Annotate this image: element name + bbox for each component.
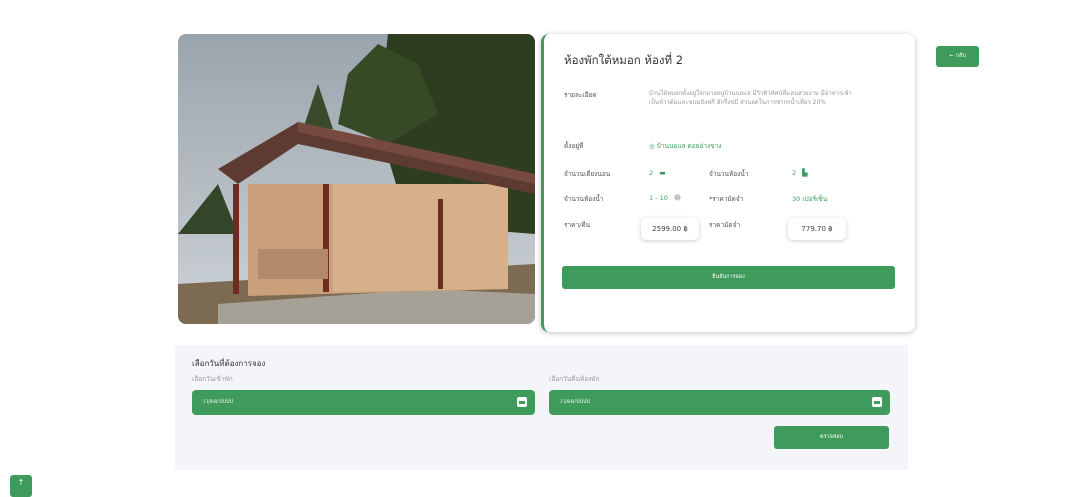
guests-value: 1 - 10 ☻ bbox=[649, 194, 681, 202]
description-text: บ้านใต้หมอกตั้งอยู่ใจกลางหมู่บ้านนอแล มี… bbox=[649, 90, 852, 106]
location-text: บ้านนอแล ดอยอ่างขาง bbox=[656, 142, 722, 150]
checkin-placeholder: วว/ดด/ปปปป bbox=[202, 399, 233, 405]
room-photo bbox=[178, 34, 535, 324]
checkout-placeholder: วว/ดด/ปปปป bbox=[559, 399, 590, 405]
beds-value: 2 ▬ bbox=[649, 169, 666, 177]
checkout-label: เลือกวันคืนห้องพัก bbox=[549, 375, 600, 383]
bed-icon: ▬ bbox=[659, 169, 666, 177]
scroll-top-button[interactable]: ↑ bbox=[10, 475, 32, 497]
checkout-date-input[interactable]: วว/ดด/ปปปป bbox=[549, 390, 890, 415]
price-label: ราคา/คืน bbox=[564, 221, 591, 229]
people-icon: ☻ bbox=[673, 194, 682, 202]
deposit-percent-label: *ราคามัดจำ bbox=[709, 195, 744, 203]
calendar-icon[interactable] bbox=[872, 397, 882, 407]
bathroom-value: 2 ▙ bbox=[792, 169, 808, 177]
checkin-label: เลือกวันเข้าพัก bbox=[192, 375, 233, 383]
guests-range: 1 - 10 bbox=[649, 194, 668, 202]
check-availability-button[interactable]: ตรวจสอบ bbox=[774, 426, 889, 449]
bath-icon: ▙ bbox=[802, 169, 808, 177]
location-label: ตั้งอยู่ที่ bbox=[564, 142, 584, 150]
beds-count: 2 bbox=[649, 169, 654, 177]
booking-title: เลือกวันที่ต้องการจอง bbox=[192, 359, 266, 368]
deposit-percent-value: 30 เปอร์เซ็น bbox=[792, 195, 828, 203]
bathroom-label: จำนวนห้องน้ำ bbox=[709, 170, 749, 178]
room-detail-card: ห้องพักใต้หมอก ห้องที่ 2 รายละเอียด บ้าน… bbox=[541, 34, 915, 332]
confirm-booking-button[interactable]: ยืนยันการจอง bbox=[562, 266, 895, 289]
checkin-date-input[interactable]: วว/ดด/ปปปป bbox=[192, 390, 535, 415]
back-button[interactable]: ← กลับ bbox=[936, 46, 979, 67]
bathroom-count: 2 bbox=[792, 169, 797, 177]
house-image bbox=[178, 34, 535, 324]
booking-panel: เลือกวันที่ต้องการจอง เลือกวันเข้าพัก เล… bbox=[175, 345, 908, 470]
room-title: ห้องพักใต้หมอก ห้องที่ 2 bbox=[564, 53, 684, 67]
deposit-label: ราคามัดจำ bbox=[709, 221, 741, 229]
guests-label: จำนวนห้องน้ำ bbox=[564, 195, 604, 203]
deposit-amount: 779.70 ฿ bbox=[788, 218, 846, 240]
map-pin-icon: ◎ bbox=[649, 142, 655, 150]
beds-label: จำนวนเตียงนอน bbox=[564, 170, 611, 178]
location-value: ◎ บ้านนอแล ดอยอ่างขาง bbox=[649, 141, 721, 151]
description-label: รายละเอียด bbox=[564, 91, 597, 99]
calendar-icon[interactable] bbox=[517, 397, 527, 407]
price-per-night: 2599.00 ฿ bbox=[641, 218, 699, 240]
